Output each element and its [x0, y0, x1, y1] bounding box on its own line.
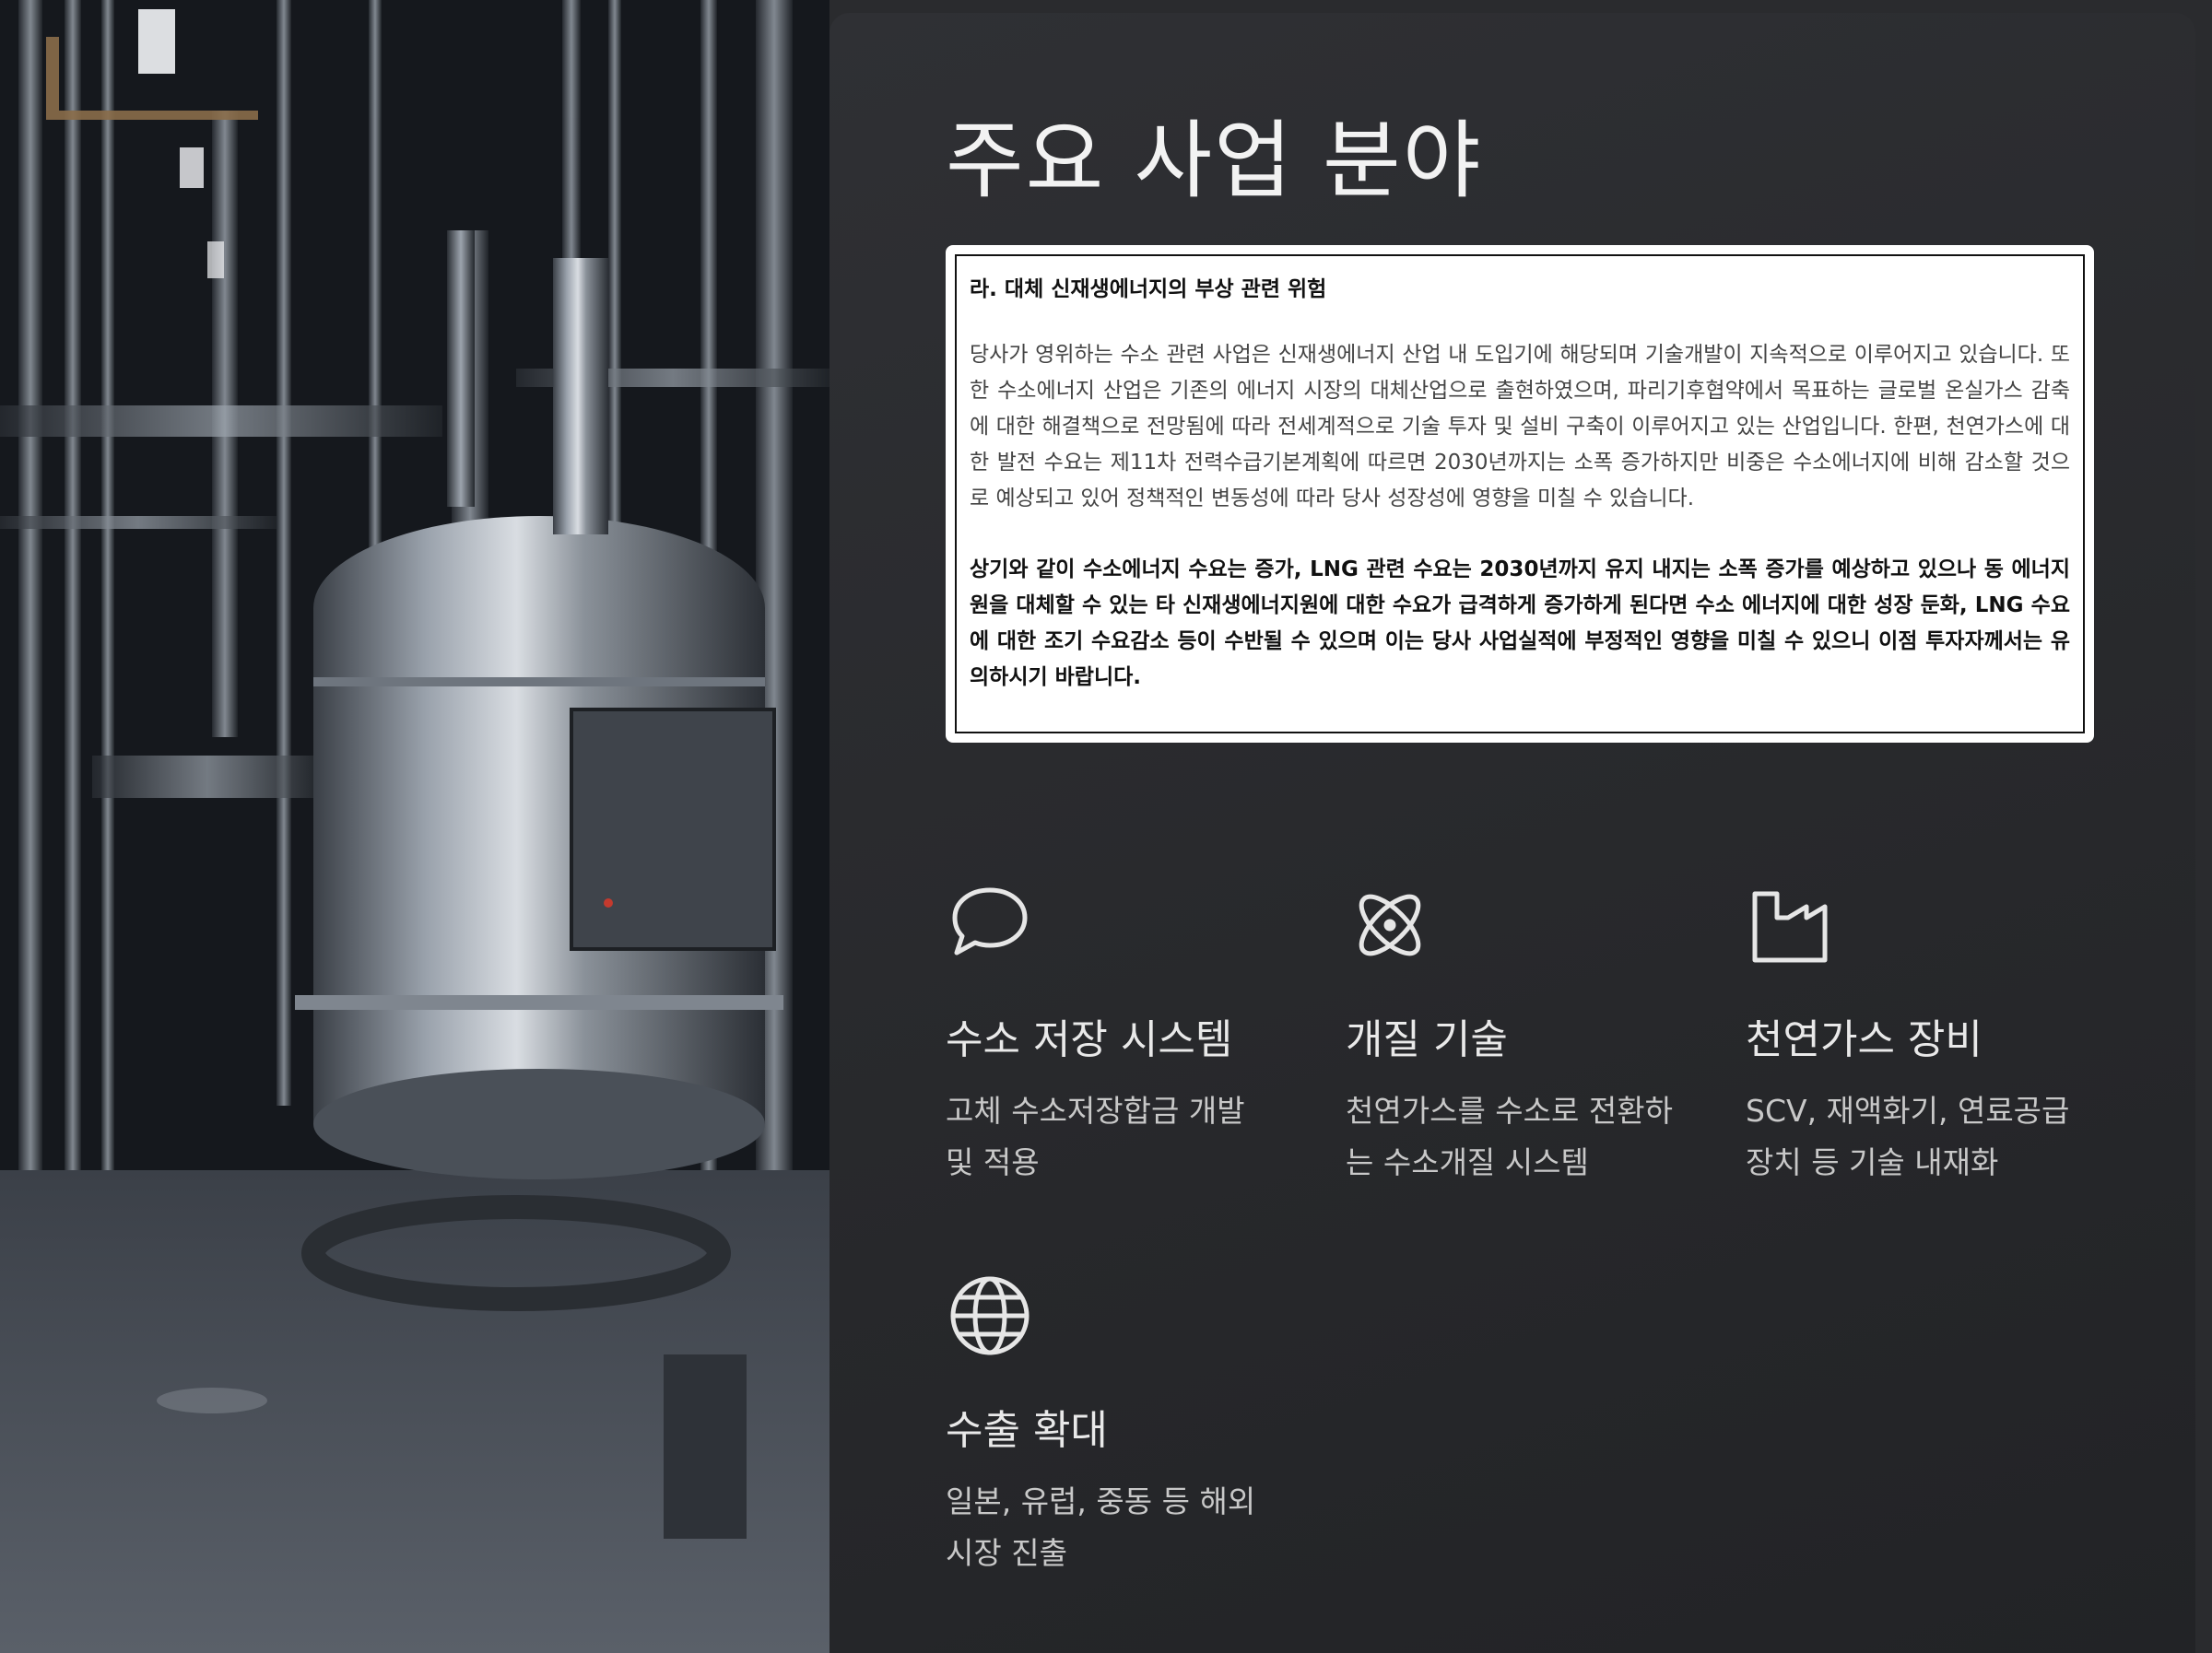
feature-desc-line: SCV, 재액화기, 연료공급: [1746, 1093, 2070, 1129]
globe-icon: [946, 1272, 1034, 1360]
hero-image: [0, 0, 830, 1653]
feature-reforming: 개질 기술 천연가스를 수소로 전환하 는 수소개질 시스템: [1346, 881, 1677, 1189]
atom-icon: [1346, 881, 1434, 969]
feature-title: 개질 기술: [1346, 1016, 1508, 1063]
feature-desc: 천연가스를 수소로 전환하 는 수소개질 시스템: [1346, 1085, 1677, 1189]
feature-desc-line: 는 수소개질 시스템: [1346, 1144, 1589, 1180]
factory-icon: [1746, 881, 1834, 969]
feature-title: 천연가스 장비: [1746, 1016, 1983, 1063]
content-panel: 주요 사업 분야 라. 대체 신재생에너지의 부상 관련 위험 당사가 영위하는…: [830, 13, 2195, 1653]
risk-notice-card: 라. 대체 신재생에너지의 부상 관련 위험 당사가 영위하는 수소 관련 사업…: [946, 245, 2094, 743]
chat-bubble-icon: [946, 881, 1034, 969]
feature-title: 수소 저장 시스템: [946, 1016, 1233, 1063]
feature-desc: 고체 수소저장합금 개발 및 적용: [946, 1085, 1277, 1189]
feature-export-expansion: 수출 확대 일본, 유럽, 중동 등 해외 시장 진출: [946, 1272, 1277, 1579]
notice-bold-paragraph: 상기와 같이 수소에너지 수요는 증가, LNG 관련 수요는 2030년까지 …: [970, 557, 2070, 689]
page-title: 주요 사업 분야: [946, 111, 1483, 210]
feature-title: 수출 확대: [946, 1407, 1108, 1454]
risk-notice-border: 라. 대체 신재생에너지의 부상 관련 위험 당사가 영위하는 수소 관련 사업…: [955, 254, 2085, 733]
feature-natural-gas-equipment: 천연가스 장비 SCV, 재액화기, 연료공급 장치 등 기술 내재화: [1746, 881, 2077, 1189]
feature-desc-line: 고체 수소저장합금 개발: [946, 1093, 1245, 1129]
feature-desc-line: 장치 등 기술 내재화: [1746, 1144, 1999, 1180]
feature-hydrogen-storage: 수소 저장 시스템 고체 수소저장합금 개발 및 적용: [946, 881, 1277, 1189]
notice-heading: 라. 대체 신재생에너지의 부상 관련 위험: [970, 277, 1327, 301]
feature-desc-line: 천연가스를 수소로 전환하: [1346, 1093, 1673, 1129]
notice-paragraph: 당사가 영위하는 수소 관련 사업은 신재생에너지 산업 내 도입기에 해당되며…: [970, 343, 2070, 510]
feature-desc-line: 및 적용: [946, 1144, 1040, 1180]
feature-desc-line: 시장 진출: [946, 1535, 1067, 1571]
feature-desc-line: 일본, 유럽, 중동 등 해외: [946, 1483, 1256, 1519]
feature-desc: 일본, 유럽, 중동 등 해외 시장 진출: [946, 1476, 1277, 1579]
feature-desc: SCV, 재액화기, 연료공급 장치 등 기술 내재화: [1746, 1085, 2077, 1189]
